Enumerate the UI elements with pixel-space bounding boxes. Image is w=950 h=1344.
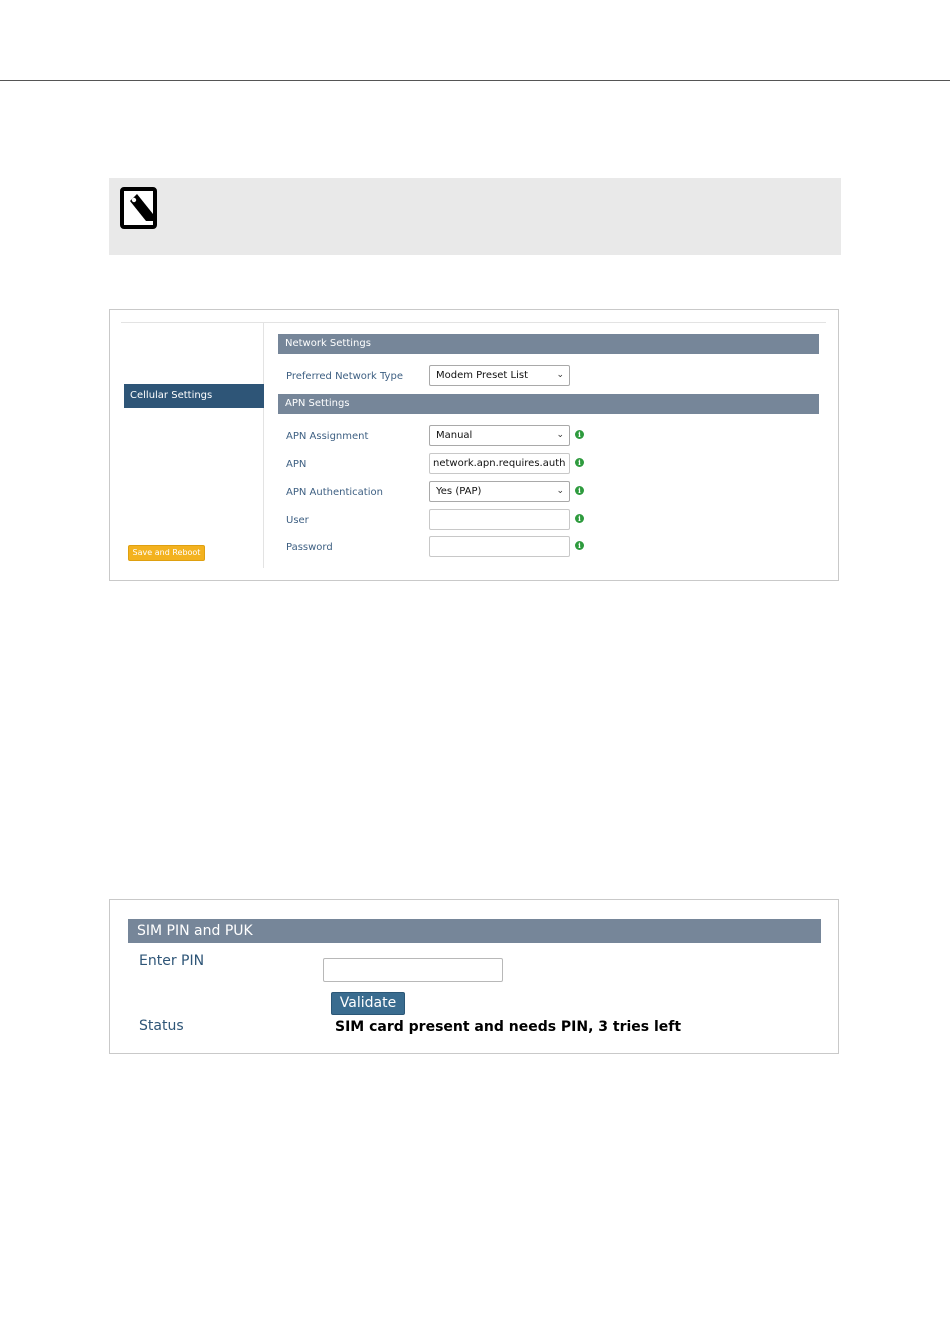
apn-assignment-select[interactable]: Manual ⌄ bbox=[429, 425, 570, 446]
info-icon[interactable]: i bbox=[575, 541, 584, 550]
enter-pin-label: Enter PIN bbox=[139, 953, 205, 969]
chevron-down-icon: ⌄ bbox=[556, 486, 564, 496]
password-input[interactable] bbox=[429, 536, 570, 557]
validate-button[interactable]: Validate bbox=[331, 992, 405, 1015]
apn-input[interactable]: network.apn.requires.auth bbox=[429, 453, 570, 474]
apn-settings-header: APN Settings bbox=[278, 394, 819, 414]
info-icon[interactable]: i bbox=[575, 430, 584, 439]
chevron-down-icon: ⌄ bbox=[556, 370, 564, 380]
panel-top-divider bbox=[121, 322, 826, 323]
status-label: Status bbox=[139, 1018, 184, 1034]
preferred-network-type-select[interactable]: Modem Preset List ⌄ bbox=[429, 365, 570, 386]
apn-authentication-label: APN Authentication bbox=[286, 487, 383, 498]
user-label: User bbox=[286, 515, 309, 526]
save-and-reboot-button[interactable]: Save and Reboot bbox=[128, 545, 205, 561]
user-input[interactable] bbox=[429, 509, 570, 530]
network-settings-header: Network Settings bbox=[278, 334, 819, 354]
status-value: SIM card present and needs PIN, 3 tries … bbox=[335, 1019, 682, 1035]
info-icon[interactable]: i bbox=[575, 486, 584, 495]
apn-assignment-value: Manual bbox=[436, 430, 473, 441]
page-header-rule bbox=[0, 80, 950, 81]
cellular-settings-panel: Cellular Settings Save and Reboot Networ… bbox=[109, 309, 839, 581]
apn-authentication-value: Yes (PAP) bbox=[436, 486, 482, 497]
preferred-network-type-label: Preferred Network Type bbox=[286, 371, 403, 382]
apn-authentication-select[interactable]: Yes (PAP) ⌄ bbox=[429, 481, 570, 502]
password-label: Password bbox=[286, 542, 333, 553]
pin-input[interactable] bbox=[323, 958, 503, 982]
sim-pin-puk-header: SIM PIN and PUK bbox=[128, 919, 821, 943]
info-icon[interactable]: i bbox=[575, 458, 584, 467]
chevron-down-icon: ⌄ bbox=[556, 430, 564, 440]
sidebar-divider bbox=[263, 323, 264, 568]
sidebar-item-cellular-settings[interactable]: Cellular Settings bbox=[124, 384, 264, 408]
note-pencil-icon bbox=[120, 187, 157, 229]
apn-label: APN bbox=[286, 459, 307, 470]
info-icon[interactable]: i bbox=[575, 514, 584, 523]
preferred-network-type-value: Modem Preset List bbox=[436, 370, 529, 381]
sim-pin-panel: SIM PIN and PUK Enter PIN Validate Statu… bbox=[109, 899, 839, 1054]
note-box bbox=[109, 178, 841, 255]
apn-assignment-label: APN Assignment bbox=[286, 431, 369, 442]
